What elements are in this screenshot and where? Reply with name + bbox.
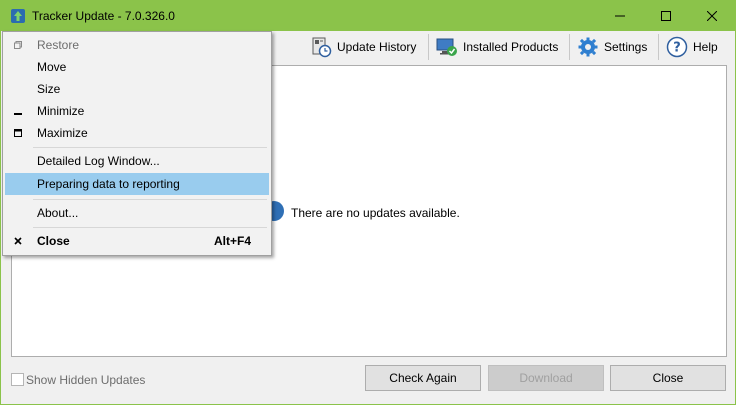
menu-item-label: Move <box>37 60 67 74</box>
menu-separator <box>33 199 267 200</box>
help-icon: ? <box>666 36 688 58</box>
toolbar-divider <box>569 34 570 60</box>
app-icon[interactable] <box>10 8 26 24</box>
menu-item-detailed-log[interactable]: Detailed Log Window... <box>5 150 269 172</box>
menu-item-label: Close <box>37 234 70 248</box>
close-icon <box>707 11 717 21</box>
menu-separator <box>33 147 267 148</box>
menu-item-label: Restore <box>37 38 80 52</box>
installed-products-button[interactable]: Installed Products <box>436 34 558 60</box>
menu-item-minimize[interactable]: Minimize <box>5 100 269 122</box>
system-menu: Restore Move Size Minimize Maximize Deta… <box>2 31 272 256</box>
minimize-icon <box>13 106 23 116</box>
close-dialog-button[interactable]: Close <box>610 365 726 391</box>
help-label: Help <box>693 40 718 54</box>
toolbar-divider <box>658 34 659 60</box>
update-history-button[interactable]: Update History <box>310 34 416 60</box>
update-history-label: Update History <box>337 40 417 54</box>
menu-item-label: Maximize <box>37 126 88 140</box>
title-bar[interactable]: Tracker Update - 7.0.326.0 <box>1 1 735 31</box>
check-again-button[interactable]: Check Again <box>365 365 481 391</box>
download-button[interactable]: Download <box>488 365 604 391</box>
menu-shortcut: Alt+F4 <box>213 234 251 248</box>
menu-item-move[interactable]: Move <box>5 56 269 78</box>
svg-text:?: ? <box>673 41 681 56</box>
installed-products-icon <box>436 36 458 58</box>
menu-item-about[interactable]: About... <box>5 202 269 224</box>
minimize-button[interactable] <box>597 1 643 31</box>
gear-icon <box>577 36 599 58</box>
menu-item-restore[interactable]: Restore <box>5 34 269 56</box>
no-updates-message: There are no updates available. <box>291 206 460 220</box>
info-icon <box>270 200 288 222</box>
settings-button[interactable]: Settings <box>577 34 647 60</box>
window-title: Tracker Update - 7.0.326.0 <box>32 9 175 23</box>
maximize-button[interactable] <box>643 1 689 31</box>
restore-icon <box>13 40 23 50</box>
menu-item-label: About... <box>37 206 79 220</box>
menu-item-size[interactable]: Size <box>5 78 269 100</box>
menu-item-preparing-data[interactable]: Preparing data to reporting <box>5 173 269 195</box>
show-hidden-checkbox[interactable] <box>11 373 24 386</box>
menu-item-label: Minimize <box>37 104 85 118</box>
maximize-icon <box>661 11 671 21</box>
menu-item-close[interactable]: Close Alt+F4 <box>5 230 269 252</box>
close-icon <box>13 236 23 246</box>
minimize-icon <box>615 15 625 17</box>
maximize-icon <box>13 128 23 138</box>
menu-separator <box>33 227 267 228</box>
menu-item-label: Detailed Log Window... <box>37 154 160 168</box>
footer-bar: Show Hidden Updates Check Again Download… <box>1 363 735 397</box>
menu-item-label: Preparing data to reporting <box>37 177 180 191</box>
history-icon <box>310 36 332 58</box>
close-button[interactable] <box>689 1 735 31</box>
settings-label: Settings <box>604 40 648 54</box>
toolbar-divider <box>428 34 429 60</box>
help-button[interactable]: ? Help <box>666 34 718 60</box>
show-hidden-label: Show Hidden Updates <box>26 373 146 387</box>
menu-item-maximize[interactable]: Maximize <box>5 122 269 144</box>
menu-item-label: Size <box>37 82 61 96</box>
installed-products-label: Installed Products <box>463 40 559 54</box>
